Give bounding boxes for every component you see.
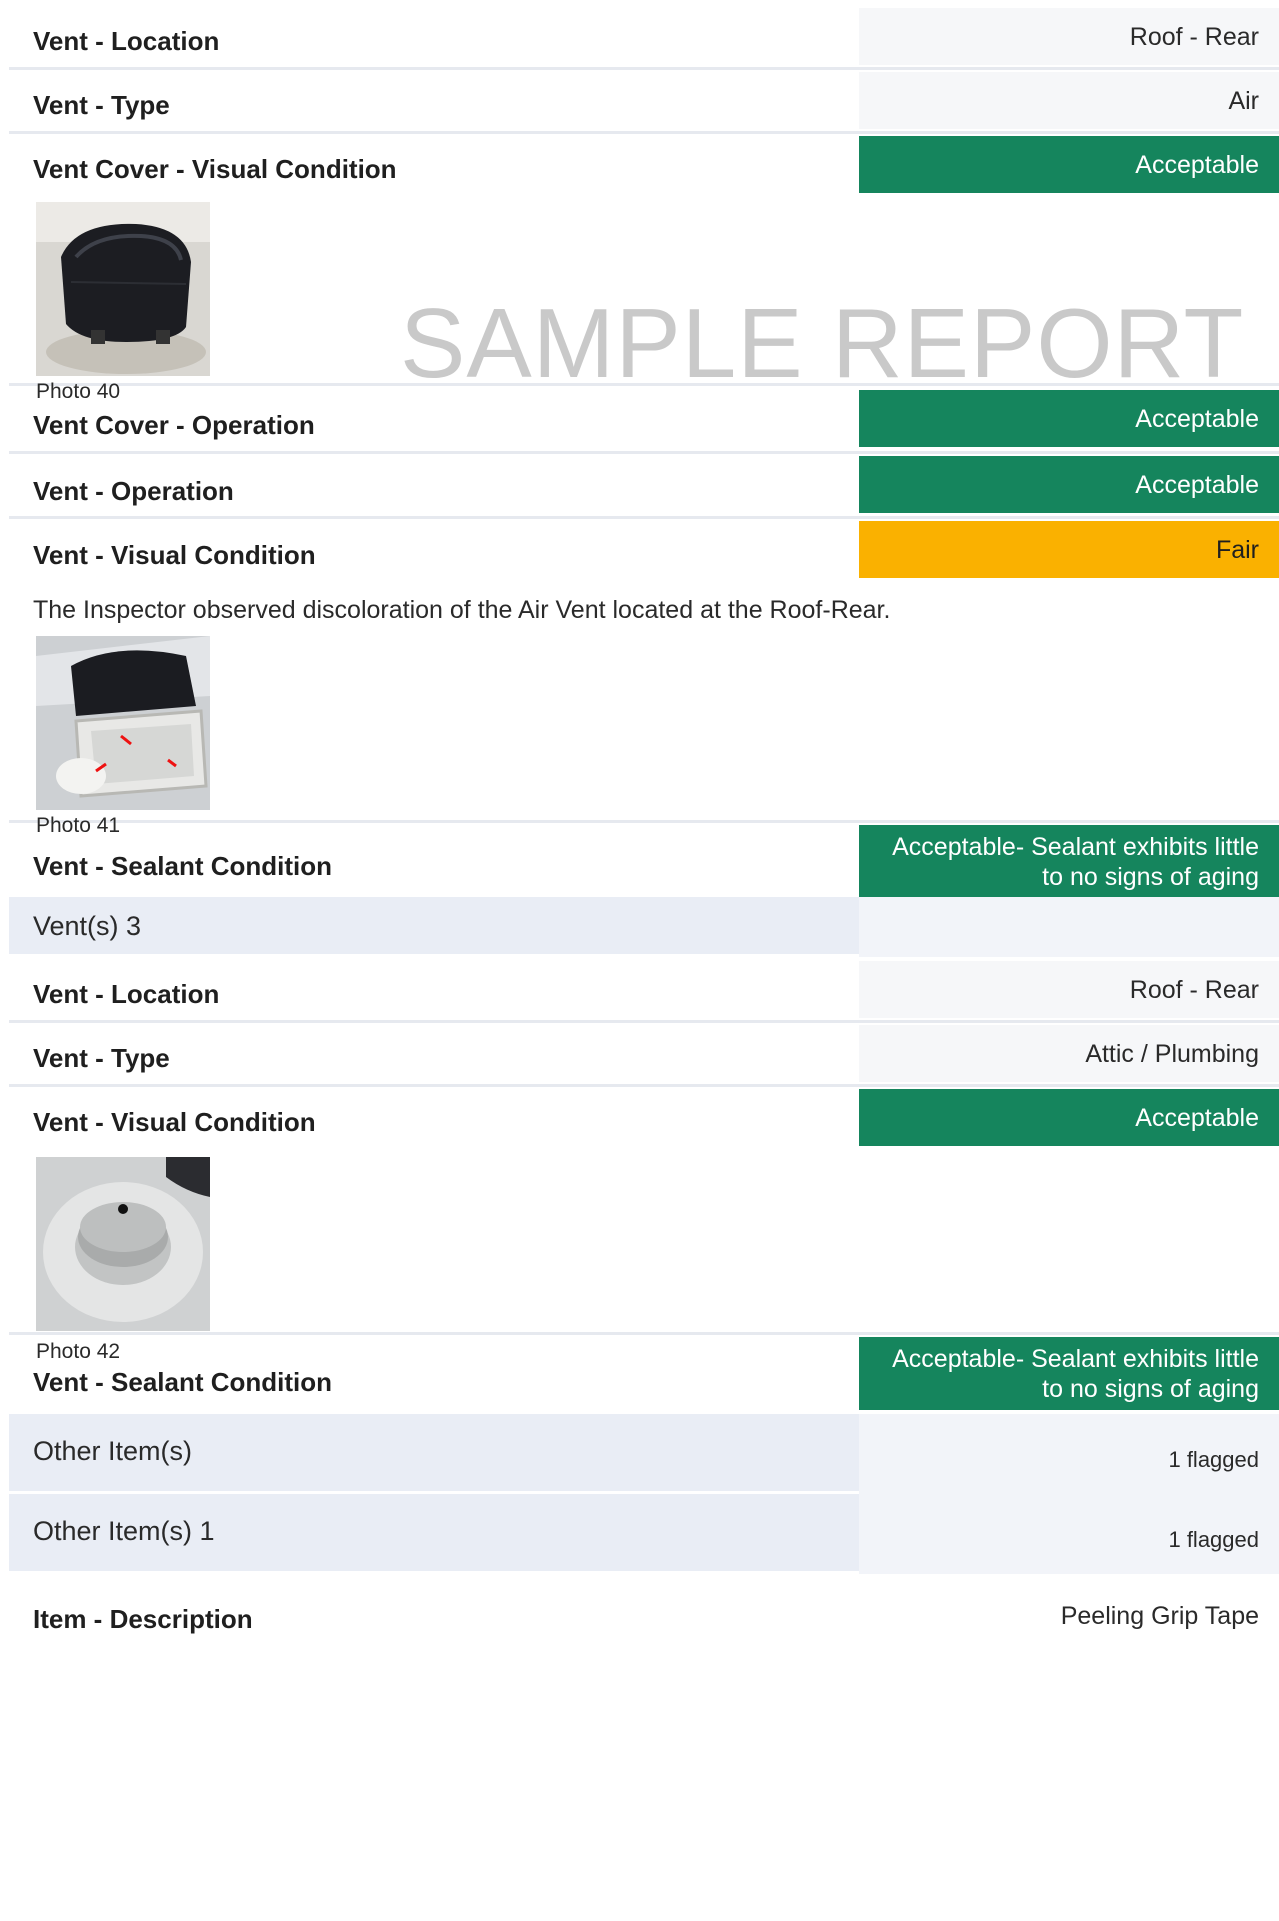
row-label: Vent Cover - Visual Condition xyxy=(33,154,397,184)
row-label: Vent - Visual Condition xyxy=(33,1107,316,1137)
vent-visual-condition-row: Vent - Visual Condition Fair xyxy=(9,519,1279,582)
row-label: Vent - Location xyxy=(33,26,220,56)
comment-photo-block: The Inspector observed discoloration of … xyxy=(9,582,1279,837)
section-header[interactable]: Other Item(s) 1 1 flagged xyxy=(9,1494,1279,1574)
section-header[interactable]: Vent(s) 3 xyxy=(9,897,1279,957)
row-value: Peeling Grip Tape xyxy=(1060,1602,1259,1630)
status-badge: Acceptable xyxy=(859,136,1279,193)
row-value: Roof - Rear xyxy=(859,8,1279,65)
status-line-2: to no signs of aging xyxy=(1042,1374,1259,1403)
vent-sealant-condition-row: Vent - Sealant Condition Acceptable- Sea… xyxy=(9,823,1279,898)
status-badge: Acceptable xyxy=(859,390,1279,447)
status-badge: Acceptable xyxy=(859,1089,1279,1146)
status-line-1: Acceptable- Sealant exhibits little xyxy=(892,832,1259,861)
row-label: Vent - Type xyxy=(33,90,170,120)
photo-block: Photo 40 xyxy=(9,194,1279,403)
vent-location-row: Vent - Location Roof - Rear xyxy=(9,957,1279,1023)
row-value: Air xyxy=(859,72,1279,129)
flagged-count: 1 flagged xyxy=(859,1414,1279,1494)
vent-cover-operation-row: Vent Cover - Operation Acceptable xyxy=(9,386,1279,454)
vent-cap-photo[interactable] xyxy=(36,1157,210,1331)
inspection-report: Vent - Location Roof - Rear Vent - Type … xyxy=(9,0,1279,1644)
row-label: Vent - Visual Condition xyxy=(33,540,316,570)
photo-block: Photo 42 xyxy=(9,1151,1279,1363)
vent-discoloration-photo[interactable] xyxy=(36,636,210,810)
status-line-1: Acceptable- Sealant exhibits little xyxy=(892,1344,1259,1373)
row-label: Vent Cover - Operation xyxy=(33,410,315,440)
status-line-2: to no signs of aging xyxy=(1042,862,1259,891)
vent-visual-condition-row: Vent - Visual Condition Acceptable xyxy=(9,1087,1279,1151)
flagged-count: 1 flagged xyxy=(859,1494,1279,1574)
section-label: Other Item(s) 1 xyxy=(33,1516,215,1546)
row-label: Vent - Type xyxy=(33,1043,170,1073)
vent-sealant-condition-row: Vent - Sealant Condition Acceptable- Sea… xyxy=(9,1335,1279,1414)
status-badge: Acceptable- Sealant exhibits little to n… xyxy=(859,1337,1279,1410)
vent-location-row: Vent - Location Roof - Rear xyxy=(9,0,1279,70)
vent-operation-row: Vent - Operation Acceptable xyxy=(9,454,1279,519)
inspector-comment: The Inspector observed discoloration of … xyxy=(33,596,891,624)
row-label: Vent - Sealant Condition xyxy=(33,851,333,881)
vent-cover-photo[interactable] xyxy=(36,202,210,376)
status-badge: Acceptable- Sealant exhibits little to n… xyxy=(859,825,1279,898)
section-header[interactable]: Other Item(s) 1 flagged xyxy=(9,1414,1279,1494)
item-description-row: Item - Description Peeling Grip Tape xyxy=(9,1574,1279,1644)
section-value xyxy=(859,897,1279,957)
status-badge: Acceptable xyxy=(859,456,1279,513)
row-label: Vent - Location xyxy=(33,979,220,1009)
row-label: Vent - Sealant Condition xyxy=(33,1367,333,1397)
row-label: Vent - Operation xyxy=(33,476,234,506)
row-label: Item - Description xyxy=(33,1604,253,1634)
status-badge: Fair xyxy=(859,521,1279,578)
vent-type-row: Vent - Type Attic / Plumbing xyxy=(9,1023,1279,1087)
vent-cover-visual-condition-row: Vent Cover - Visual Condition Acceptable xyxy=(9,134,1279,194)
vent-type-row: Vent - Type Air xyxy=(9,70,1279,134)
section-label: Vent(s) 3 xyxy=(33,911,142,941)
row-value: Attic / Plumbing xyxy=(859,1025,1279,1082)
section-label: Other Item(s) xyxy=(33,1436,193,1466)
row-value: Roof - Rear xyxy=(859,961,1279,1018)
